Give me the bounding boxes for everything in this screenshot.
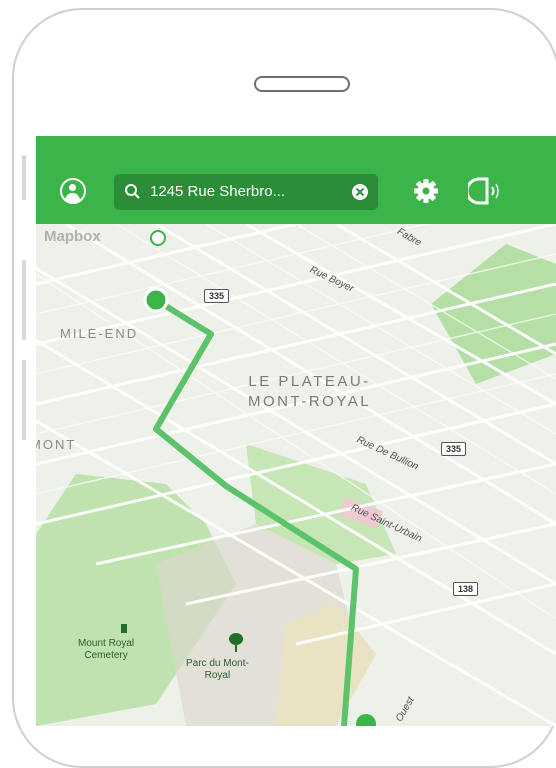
search-field[interactable]: 1245 Rue Sherbro... — [114, 174, 378, 210]
info-icon[interactable] — [150, 230, 166, 246]
volume-down-button — [22, 360, 26, 440]
park-label: Parc du Mont- Royal — [186, 658, 249, 681]
map-view[interactable]: Mapbox MILE-END LE PLATEAU- MONT-ROYAL M… — [36, 224, 556, 726]
park-label: Mount Royal Cemetery — [78, 638, 135, 661]
mute-switch — [22, 155, 26, 200]
clear-icon[interactable] — [352, 184, 368, 200]
district-label: LE PLATEAU- MONT-ROYAL — [248, 373, 372, 410]
route-shield: 335 — [204, 289, 230, 303]
district-label: MILE-END — [60, 326, 139, 341]
district-label: MONT — [36, 437, 77, 452]
search-input[interactable]: 1245 Rue Sherbro... — [150, 174, 285, 210]
app-screen: 1245 Rue Sherbro... Mapbox MILE-END LE P… — [36, 136, 556, 726]
gear-icon[interactable] — [413, 178, 439, 204]
search-icon — [125, 184, 140, 199]
earpiece-speaker — [254, 76, 350, 92]
voice-icon[interactable] — [468, 177, 502, 205]
mapbox-logo: Mapbox — [44, 228, 101, 245]
top-bar: 1245 Rue Sherbro... — [36, 136, 556, 224]
route-shield: 138 — [453, 582, 479, 596]
volume-up-button — [22, 260, 26, 340]
avatar-icon[interactable] — [60, 178, 86, 204]
route-shield: 335 — [441, 442, 467, 456]
cemetery-pin-icon — [121, 624, 127, 633]
origin-marker[interactable] — [143, 287, 169, 313]
